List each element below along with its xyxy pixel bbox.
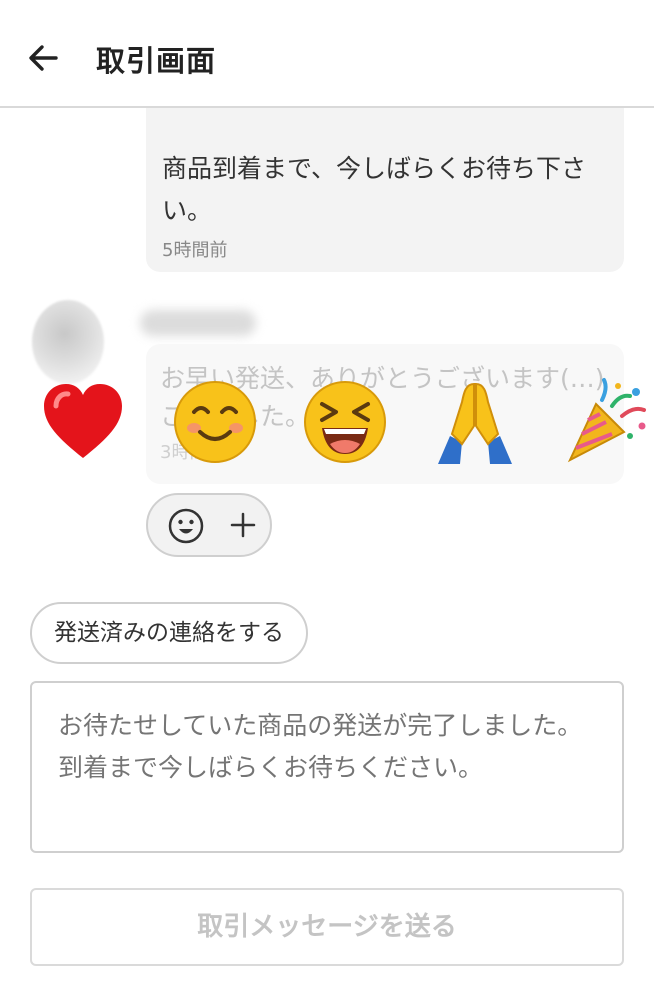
reaction-folded-hands[interactable]: [430, 376, 520, 466]
add-reaction-button[interactable]: [146, 493, 272, 557]
user-name-blurred: [140, 310, 256, 336]
party-popper-icon: [567, 378, 646, 463]
grinning-squinting-face-icon: [304, 381, 386, 463]
smiling-face-icon: [174, 381, 256, 463]
reaction-grinning-squinting-face[interactable]: [300, 376, 390, 466]
reaction-heart[interactable]: [38, 376, 128, 466]
reaction-party-popper[interactable]: [562, 376, 652, 466]
message-text: 商品到着まで、今しばらくお待ち下さい。: [162, 154, 587, 225]
folded-hands-icon: [438, 382, 512, 464]
send-message-button[interactable]: 取引メッセージを送る: [30, 888, 624, 966]
heart-icon: [44, 384, 122, 458]
shipped-notification-button[interactable]: 発送済みの連絡をする: [30, 602, 308, 664]
back-button[interactable]: [26, 40, 62, 76]
reaction-smiling-face[interactable]: [170, 376, 260, 466]
message-input[interactable]: [30, 681, 624, 853]
arrow-left-icon: [29, 45, 58, 71]
avatar[interactable]: [32, 300, 104, 384]
reaction-picker: [0, 376, 654, 470]
smile-face-icon: [168, 508, 204, 544]
header-bar: 取引画面: [0, 0, 654, 108]
page-title: 取引画面: [96, 44, 217, 78]
message-time: 5時間前: [162, 240, 228, 261]
message-bubble-mine: 商品到着まで、今しばらくお待ち下さい。 5時間前: [146, 108, 624, 272]
plus-icon: [230, 512, 256, 538]
